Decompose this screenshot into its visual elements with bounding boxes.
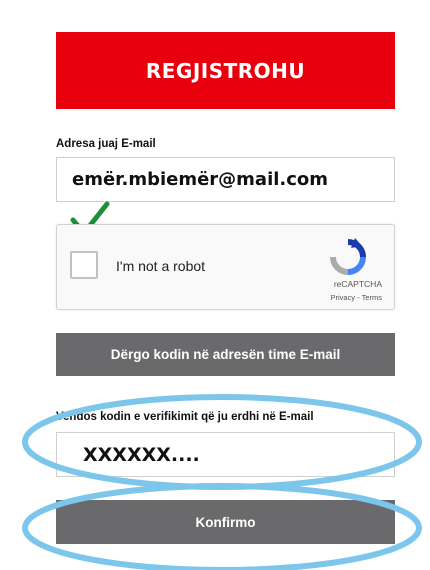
verification-code-input[interactable] [57, 433, 394, 476]
recaptcha-widget: I'm not a robot reCAPTCHA Privacy - Term… [56, 224, 395, 310]
recaptcha-logo-icon [330, 238, 366, 275]
captcha-privacy-link[interactable]: Privacy [330, 293, 355, 302]
register-title: REGJISTROHU [145, 58, 306, 83]
email-label: Adresa juaj E-mail [56, 138, 156, 150]
captcha-label: I'm not a robot [116, 258, 206, 274]
email-field[interactable] [57, 158, 394, 201]
captcha-terms-link[interactable]: Terms [362, 293, 382, 302]
captcha-brand: reCAPTCHA [333, 279, 382, 289]
captcha-links: Privacy - Terms [330, 293, 382, 302]
email-field-container [56, 157, 395, 202]
confirm-button[interactable]: Konfirmo [56, 500, 395, 544]
captcha-checkbox[interactable] [70, 251, 98, 279]
verification-field-container [56, 432, 395, 477]
register-banner: REGJISTROHU [56, 32, 395, 109]
verification-label: Vendos kodin e verifikimit që ju erdhi n… [56, 411, 314, 423]
send-code-button[interactable]: Dërgo kodin në adresën time E-mail [56, 333, 395, 376]
